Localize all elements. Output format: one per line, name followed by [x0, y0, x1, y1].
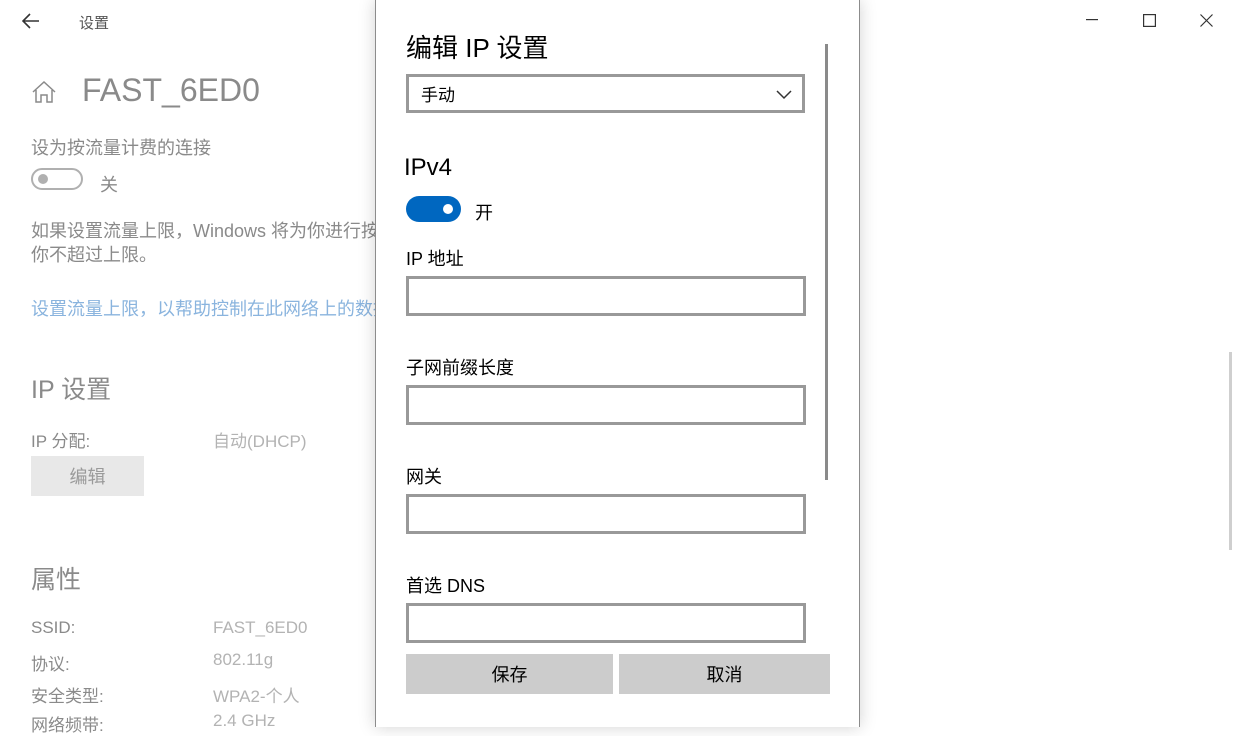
property-value: 2.4 GHz: [213, 711, 276, 730]
dialog-scrollbar[interactable]: [825, 44, 828, 480]
metered-description-2: 你不超过上限。: [31, 245, 157, 265]
subnet-prefix-label: 子网前缀长度: [406, 358, 514, 378]
chevron-down-icon: [776, 85, 792, 105]
minimize-icon[interactable]: [1069, 0, 1115, 40]
maximize-icon[interactable]: [1126, 0, 1172, 40]
close-icon[interactable]: [1183, 0, 1229, 40]
ipv4-heading: IPv4: [404, 154, 453, 181]
ip-address-label: IP 地址: [406, 249, 464, 269]
ipv4-toggle[interactable]: [406, 196, 461, 222]
ip-settings-heading: IP 设置: [31, 376, 112, 404]
gateway-input[interactable]: [406, 494, 806, 534]
property-value: WPA2-个人: [213, 687, 300, 706]
property-value: 802.11g: [213, 650, 274, 669]
metered-label: 设为按流量计费的连接: [31, 138, 211, 158]
back-arrow-icon[interactable]: [16, 8, 46, 34]
ipv4-toggle-state: 开: [475, 203, 493, 223]
properties-heading: 属性: [31, 566, 82, 594]
ip-address-input[interactable]: [406, 276, 806, 316]
network-name: FAST_6ED0: [82, 72, 260, 108]
page-scrollbar[interactable]: [1229, 352, 1232, 550]
window-title: 设置: [79, 15, 110, 32]
metered-description-1: 如果设置流量上限，Windows 将为你进行按流: [31, 221, 398, 241]
ip-assign-value: 自动(DHCP): [213, 432, 307, 451]
property-key: 网络频带:: [31, 716, 104, 735]
home-icon[interactable]: [31, 80, 57, 109]
subnet-prefix-input[interactable]: [406, 385, 806, 425]
property-key: 协议:: [31, 655, 70, 674]
save-button[interactable]: 保存: [406, 654, 613, 694]
metered-toggle-state: 关: [100, 175, 118, 195]
property-value: FAST_6ED0: [213, 618, 308, 637]
data-limit-link[interactable]: 设置流量上限，以帮助控制在此网络上的数据: [31, 295, 391, 321]
dialog-title: 编辑 IP 设置: [406, 33, 549, 63]
ip-mode-value: 手动: [421, 86, 455, 105]
edit-ip-dialog: 编辑 IP 设置 手动 IPv4 开 IP 地址 子网前缀长度 网关 首选 DN…: [375, 0, 860, 727]
edit-ip-button[interactable]: 编辑: [31, 456, 144, 496]
preferred-dns-input[interactable]: [406, 603, 806, 643]
cancel-button[interactable]: 取消: [619, 654, 830, 694]
ip-mode-select[interactable]: 手动: [406, 74, 805, 113]
gateway-label: 网关: [406, 467, 442, 487]
property-key: 安全类型:: [31, 687, 104, 706]
preferred-dns-label: 首选 DNS: [406, 576, 486, 596]
property-key: SSID:: [31, 618, 76, 637]
metered-toggle[interactable]: [31, 168, 83, 190]
ip-assign-label: IP 分配:: [31, 432, 91, 451]
